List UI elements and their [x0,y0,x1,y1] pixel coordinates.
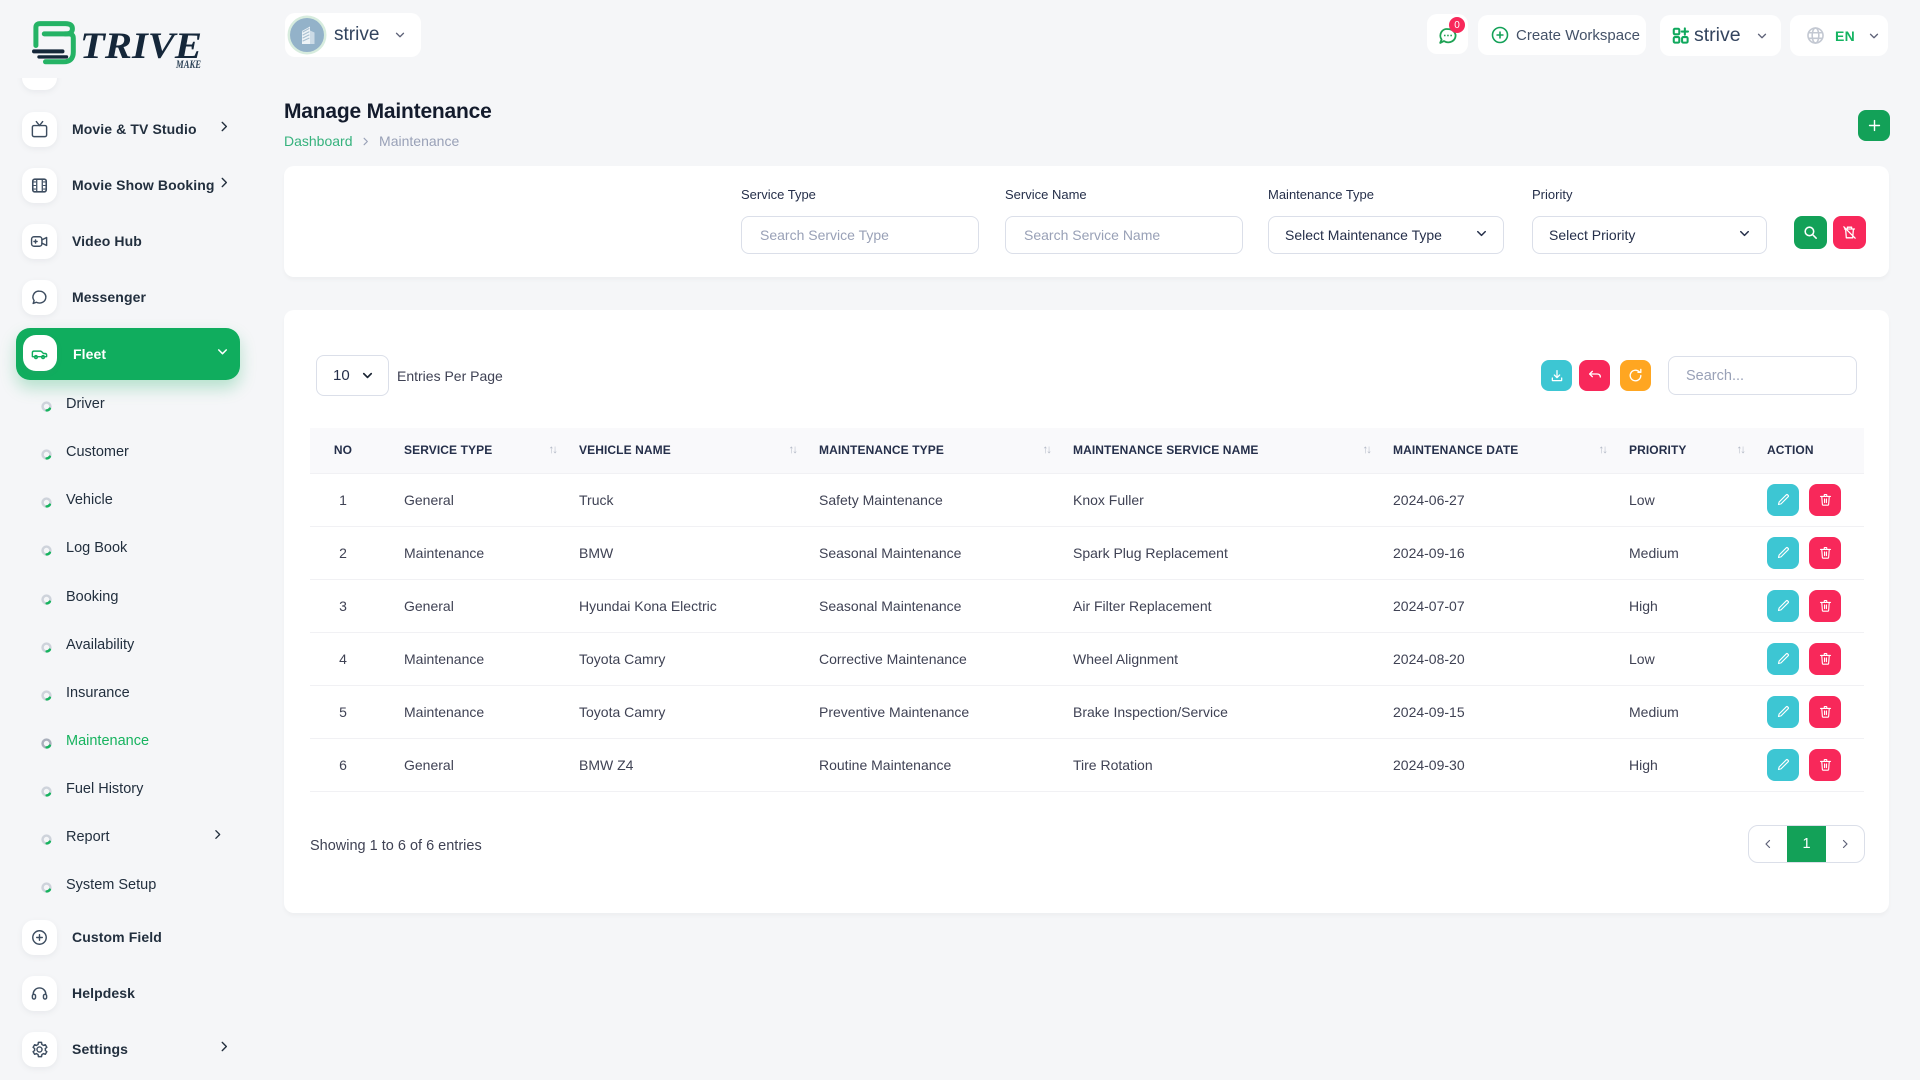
svg-text:MAKE: MAKE [175,59,201,71]
